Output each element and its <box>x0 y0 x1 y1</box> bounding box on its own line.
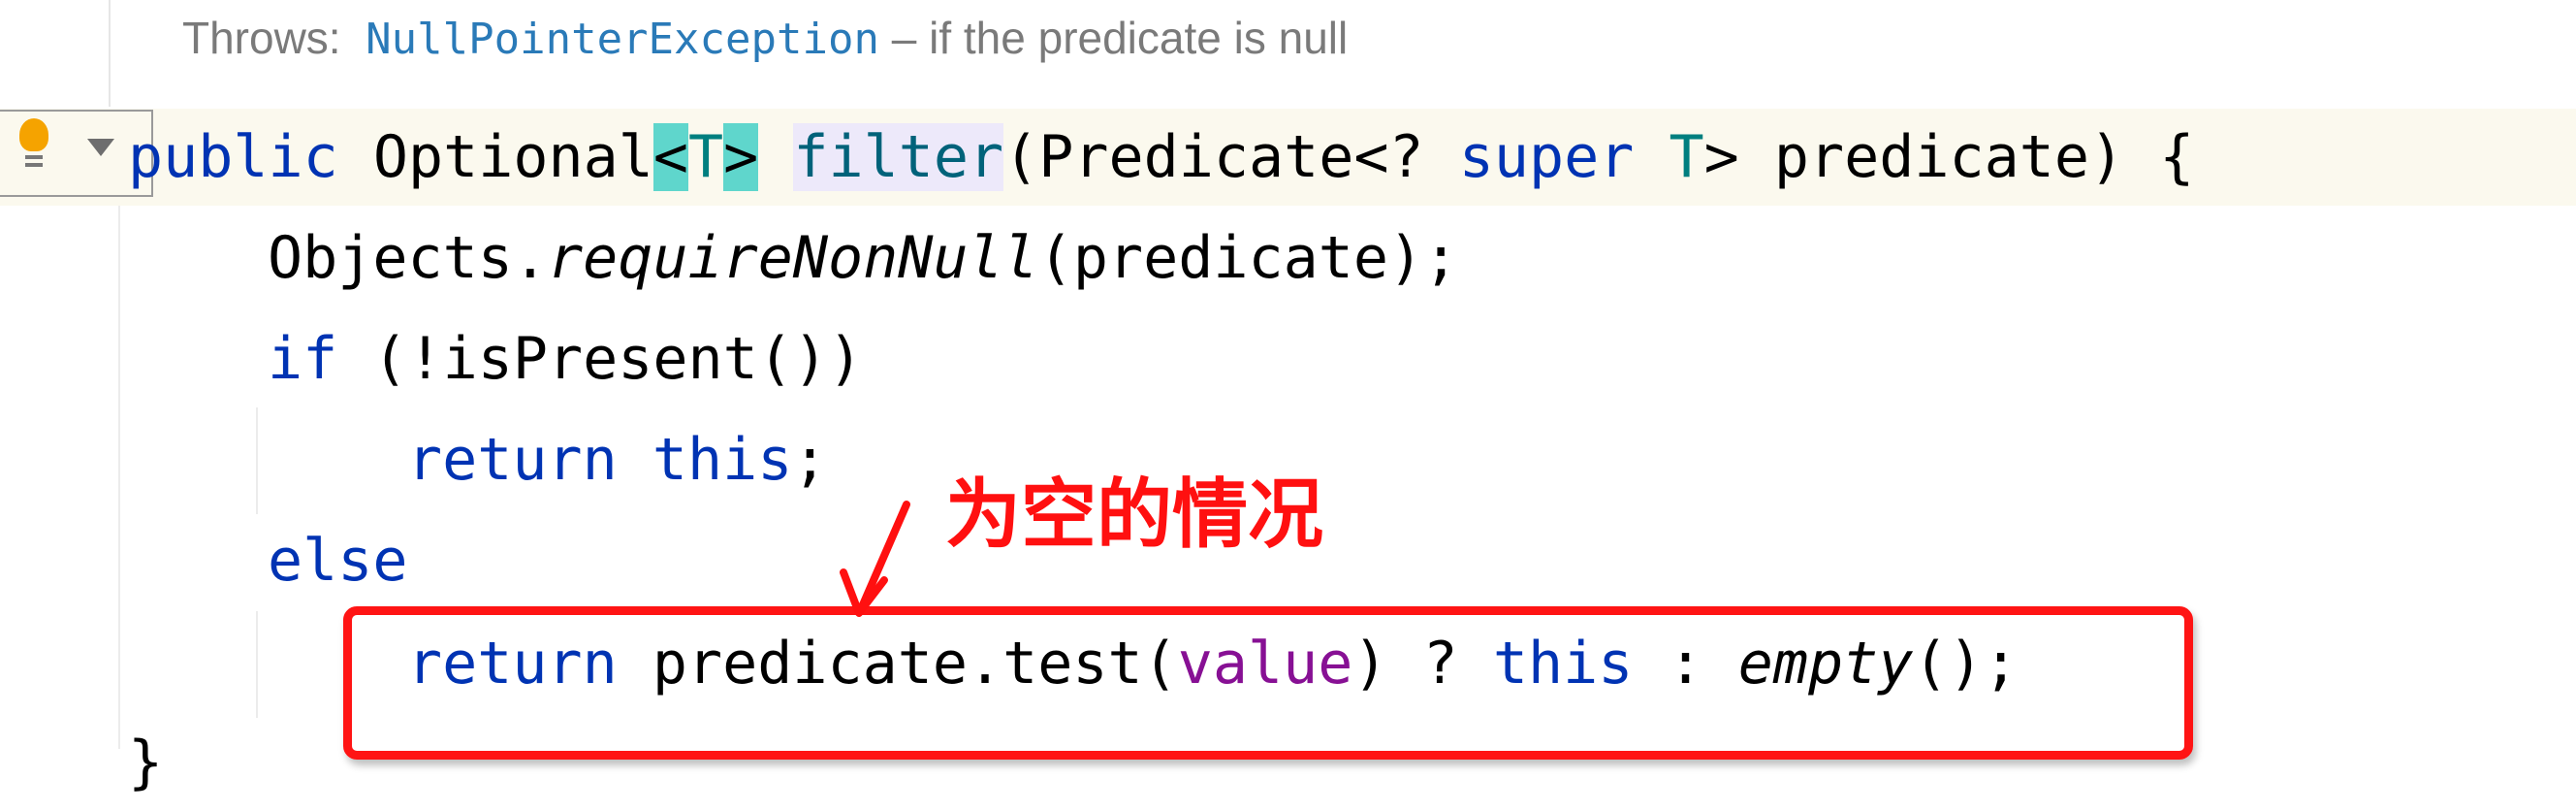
annotation-arrow <box>840 501 910 617</box>
arrow-shaft <box>857 501 910 613</box>
